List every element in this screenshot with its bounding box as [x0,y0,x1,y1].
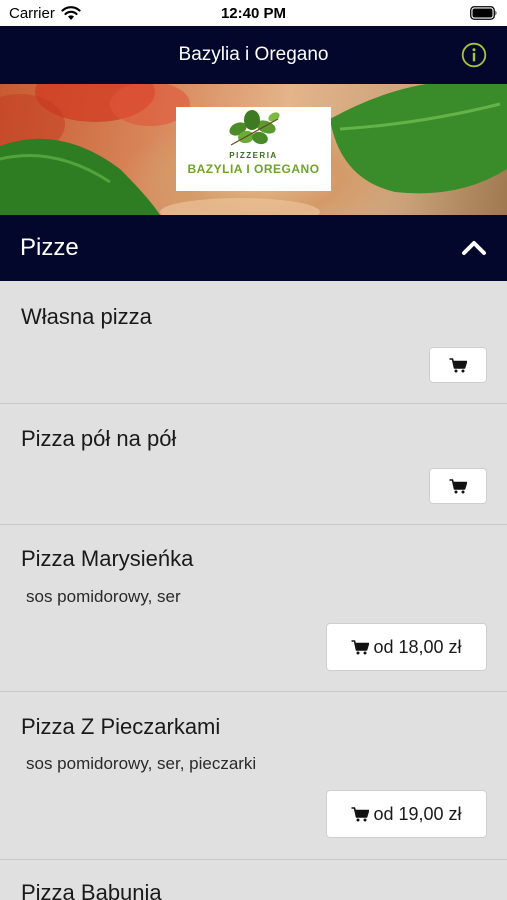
menu-item[interactable]: Pizza Marysieńka sos pomidorowy, ser od … [0,525,507,692]
battery-icon [470,6,497,20]
menu-item-name: Własna pizza [21,304,152,329]
restaurant-title: Bazylia i Oregano [178,44,329,65]
menu-item[interactable]: Pizza pół na pół [0,404,507,525]
cart-icon [449,357,467,372]
nav-bar: Bazylia i Oregano [0,26,507,84]
menu-item-name: Pizza Z Pieczarkami [21,714,221,739]
menu-item-name: Pizza Babunia [21,880,162,900]
add-to-cart-button[interactable]: od 19,00 zł [326,790,487,838]
logo-name: BAZYLIA I OREGANO [187,162,320,176]
menu-item[interactable]: Pizza Z Pieczarkami sos pomidorowy, ser,… [0,692,507,860]
status-bar: Carrier 12:40 PM [0,0,507,26]
price-label: od 18,00 zł [373,636,462,657]
add-to-cart-button[interactable] [429,468,487,504]
menu-item[interactable]: Własna pizza [0,281,507,404]
menu-item-description: sos pomidorowy, ser, pieczarki [26,754,257,773]
category-title: Pizze [20,234,79,261]
logo-subtitle: PIZZERIA [229,151,278,160]
cart-icon [351,806,370,821]
menu-item-description: sos pomidorowy, ser [26,587,181,606]
info-icon[interactable] [461,42,487,68]
clock-label: 12:40 PM [220,5,287,22]
menu-item-name: Pizza Marysieńka [21,546,194,571]
add-to-cart-button[interactable] [429,347,487,383]
menu-item[interactable]: Pizza Babunia [0,860,507,900]
banner-image: PIZZERIA BAZYLIA I OREGANO [0,84,507,215]
menu-item-name: Pizza pół na pół [21,426,177,451]
cart-icon [449,478,467,493]
price-label: od 19,00 zł [373,803,462,824]
basil-leaf-icon [229,110,280,146]
cart-icon [351,639,370,654]
pizzeria-logo: PIZZERIA BAZYLIA I OREGANO [176,107,331,191]
category-header-pizze[interactable]: Pizze [0,215,507,281]
chevron-up-icon[interactable] [461,237,487,257]
add-to-cart-button[interactable]: od 18,00 zł [326,623,487,671]
